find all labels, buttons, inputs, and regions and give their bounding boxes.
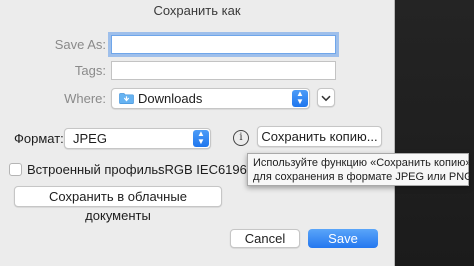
profile-checkbox[interactable] [9, 163, 22, 176]
chevron-down-icon [321, 95, 331, 102]
tooltip-line-2: для сохранения в формате JPEG или PNG [253, 171, 473, 183]
where-label: Where: [64, 91, 106, 106]
save-to-cloud-button[interactable]: Сохранить в облачные документы [14, 186, 222, 223]
format-value: JPEG [73, 131, 107, 146]
where-value: Downloads [138, 91, 203, 106]
profile-label: Встроенный профиль: [27, 162, 162, 177]
tags-label: Tags: [74, 63, 106, 78]
expand-button[interactable] [317, 88, 335, 107]
where-popup[interactable]: Downloads ▲ ▼ [111, 88, 310, 109]
dialog-title: Сохранить как [153, 3, 241, 18]
tags-field[interactable] [111, 61, 336, 80]
folder-icon [119, 93, 134, 104]
save-button[interactable]: Save [308, 229, 378, 248]
format-stepper-icon: ▲ ▼ [193, 130, 209, 147]
cancel-button[interactable]: Cancel [230, 229, 300, 248]
info-icon[interactable]: i [233, 130, 249, 146]
save-as-label: Save As: [54, 37, 106, 52]
profile-value: sRGB IEC61966-2.1 [158, 162, 250, 177]
format-label: Формат: [14, 131, 64, 146]
tooltip-line-1: Используйте функцию «Сохранить копию» [253, 157, 472, 169]
format-popup[interactable]: JPEG ▲ ▼ [64, 128, 211, 149]
background-right [394, 0, 474, 266]
save-copy-button[interactable]: Сохранить копию... [257, 126, 382, 147]
save-as-field[interactable] [111, 35, 336, 54]
where-stepper-icon: ▲ ▼ [292, 90, 308, 107]
save-dialog: Сохранить как Save As: Tags: Where: Down… [0, 0, 395, 266]
tooltip: Используйте функцию «Сохранить копию» дл… [247, 153, 473, 186]
